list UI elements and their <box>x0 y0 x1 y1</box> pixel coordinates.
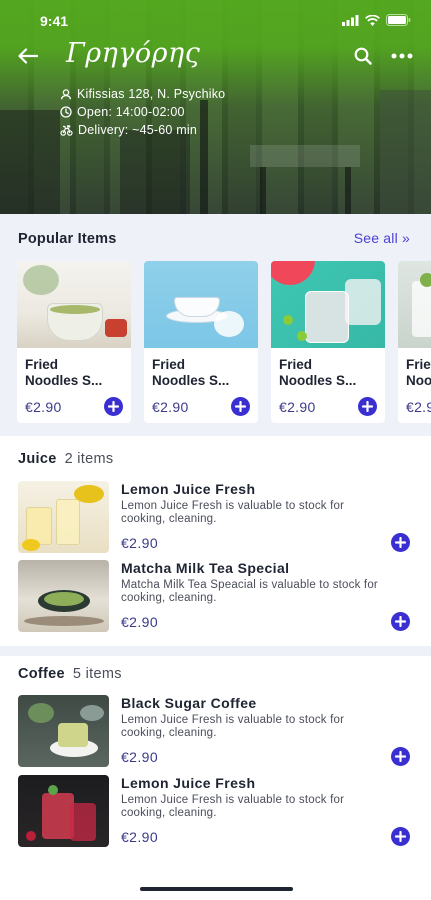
group-heading: Juice 2 items <box>18 451 113 467</box>
card-price: €2.90 <box>152 399 189 415</box>
more-button[interactable] <box>387 42 417 70</box>
menu-item[interactable]: Matcha Milk Tea Special Matcha Milk Tea … <box>0 560 431 634</box>
plus-icon <box>395 537 406 548</box>
popular-item-card[interactable]: Fried Noodles S... €2.90 <box>398 261 431 423</box>
menu-item[interactable]: Lemon Juice Fresh Lemon Juice Fresh is v… <box>0 775 431 849</box>
card-name-line2: Noodles S... <box>406 373 431 388</box>
address-line: Kifissias 128, N. Psychiko <box>60 87 225 101</box>
lemon-juice-photo <box>18 481 109 553</box>
popular-item-card[interactable]: Fried Noodles S... €2.90 <box>271 261 385 423</box>
popular-items-title: Popular Items <box>18 231 117 247</box>
card-price: €2.90 <box>279 399 316 415</box>
plus-icon <box>395 616 406 627</box>
item-description: Lemon Juice Fresh is valuable to stock f… <box>121 794 345 819</box>
menu-group-juice: Juice 2 items Lemon Juice Fresh Lemon Jui… <box>0 436 431 646</box>
item-description: Lemon Juice Fresh is valuable to stock f… <box>121 714 345 739</box>
menu-item[interactable]: Black Sugar Coffee Lemon Juice Fresh is … <box>0 695 431 769</box>
card-name-line1: Fried <box>406 357 431 372</box>
delivery-text: Delivery: ~45-60 min <box>78 123 197 137</box>
add-to-cart-button[interactable] <box>391 747 410 766</box>
item-price: €2.90 <box>121 829 159 845</box>
item-name: Lemon Juice Fresh <box>121 481 256 497</box>
berry-drink-photo <box>18 775 109 847</box>
group-heading: Coffee 5 items <box>18 666 122 682</box>
popular-item-card[interactable]: Fried Noodles S... €2.90 <box>144 261 258 423</box>
drink-photo <box>398 261 431 348</box>
item-price: €2.90 <box>121 535 159 551</box>
location-icon <box>60 89 72 100</box>
add-to-cart-button[interactable] <box>358 397 377 416</box>
back-arrow-icon <box>18 48 38 64</box>
cake-coffee-photo <box>18 695 109 767</box>
plus-icon <box>395 831 406 842</box>
delivery-icon <box>60 125 73 136</box>
item-description: Matcha Milk Tea Speacial is valuable to … <box>121 579 378 604</box>
plus-icon <box>235 401 246 412</box>
popular-items-section: Popular Items See all » Fried Noodles S.… <box>0 214 431 436</box>
item-price: €2.90 <box>121 614 159 630</box>
item-price: €2.90 <box>121 749 159 765</box>
delivery-line: Delivery: ~45-60 min <box>60 123 197 137</box>
add-to-cart-button[interactable] <box>391 612 410 631</box>
brand-logo: Γρηγόρης <box>66 38 201 69</box>
section-divider <box>0 646 431 656</box>
card-name-line2: Noodles S... <box>279 373 357 388</box>
battery-icon <box>386 14 411 26</box>
group-count: 2 items <box>64 451 114 467</box>
item-name: Matcha Milk Tea Special <box>121 560 290 576</box>
plus-icon <box>362 401 373 412</box>
card-name-line2: Noodles S... <box>25 373 103 388</box>
matcha-latte-photo <box>17 261 131 348</box>
status-time: 9:41 <box>40 13 69 29</box>
popular-items-carousel[interactable]: Fried Noodles S... €2.90 Fried Noodles S… <box>17 261 431 423</box>
popular-item-card[interactable]: Fried Noodles S... €2.90 <box>17 261 131 423</box>
search-button[interactable] <box>349 42 377 70</box>
item-name: Black Sugar Coffee <box>121 695 257 711</box>
hours-text: Open: 14:00-02:00 <box>77 105 185 119</box>
watermelon-drinks-photo <box>271 261 385 348</box>
add-to-cart-button[interactable] <box>104 397 123 416</box>
chevron-double-right-icon: » <box>402 230 410 246</box>
menu-item[interactable]: Lemon Juice Fresh Lemon Juice Fresh is v… <box>0 481 431 555</box>
card-price: €2.90 <box>406 399 431 415</box>
plus-icon <box>395 751 406 762</box>
card-name-line1: Fried <box>25 357 59 372</box>
search-icon <box>354 47 372 65</box>
see-all-label: See all <box>353 230 398 246</box>
group-count: 5 items <box>72 666 122 682</box>
more-icon <box>391 53 413 59</box>
back-button[interactable] <box>14 42 42 70</box>
matcha-tea-photo <box>18 560 109 632</box>
address-text: Kifissias 128, N. Psychiko <box>77 87 226 101</box>
home-indicator[interactable] <box>140 887 293 891</box>
card-price: €2.90 <box>25 399 62 415</box>
add-to-cart-button[interactable] <box>391 827 410 846</box>
clock-icon <box>60 106 72 118</box>
teacup-splash-photo <box>144 261 258 348</box>
restaurant-header: 9:41 Γρηγόρης Kifissias 128, N. Psychiko… <box>0 0 431 214</box>
hours-line: Open: 14:00-02:00 <box>60 105 185 119</box>
status-bar: 9:41 <box>0 0 431 42</box>
item-name: Lemon Juice Fresh <box>121 775 256 791</box>
card-name-line1: Fried <box>279 357 313 372</box>
item-description: Lemon Juice Fresh is valuable to stock f… <box>121 500 345 525</box>
card-name-line1: Fried <box>152 357 186 372</box>
card-name-line2: Noodles S... <box>152 373 230 388</box>
add-to-cart-button[interactable] <box>391 533 410 552</box>
menu-group-coffee: Coffee 5 items Black Sugar Coffee Lemon J… <box>0 656 431 856</box>
group-name: Juice <box>18 451 57 467</box>
group-name: Coffee <box>18 666 65 682</box>
plus-icon <box>108 401 119 412</box>
add-to-cart-button[interactable] <box>231 397 250 416</box>
wifi-icon <box>365 14 380 26</box>
see-all-link[interactable]: See all » <box>354 230 410 246</box>
signal-icon <box>342 14 359 26</box>
